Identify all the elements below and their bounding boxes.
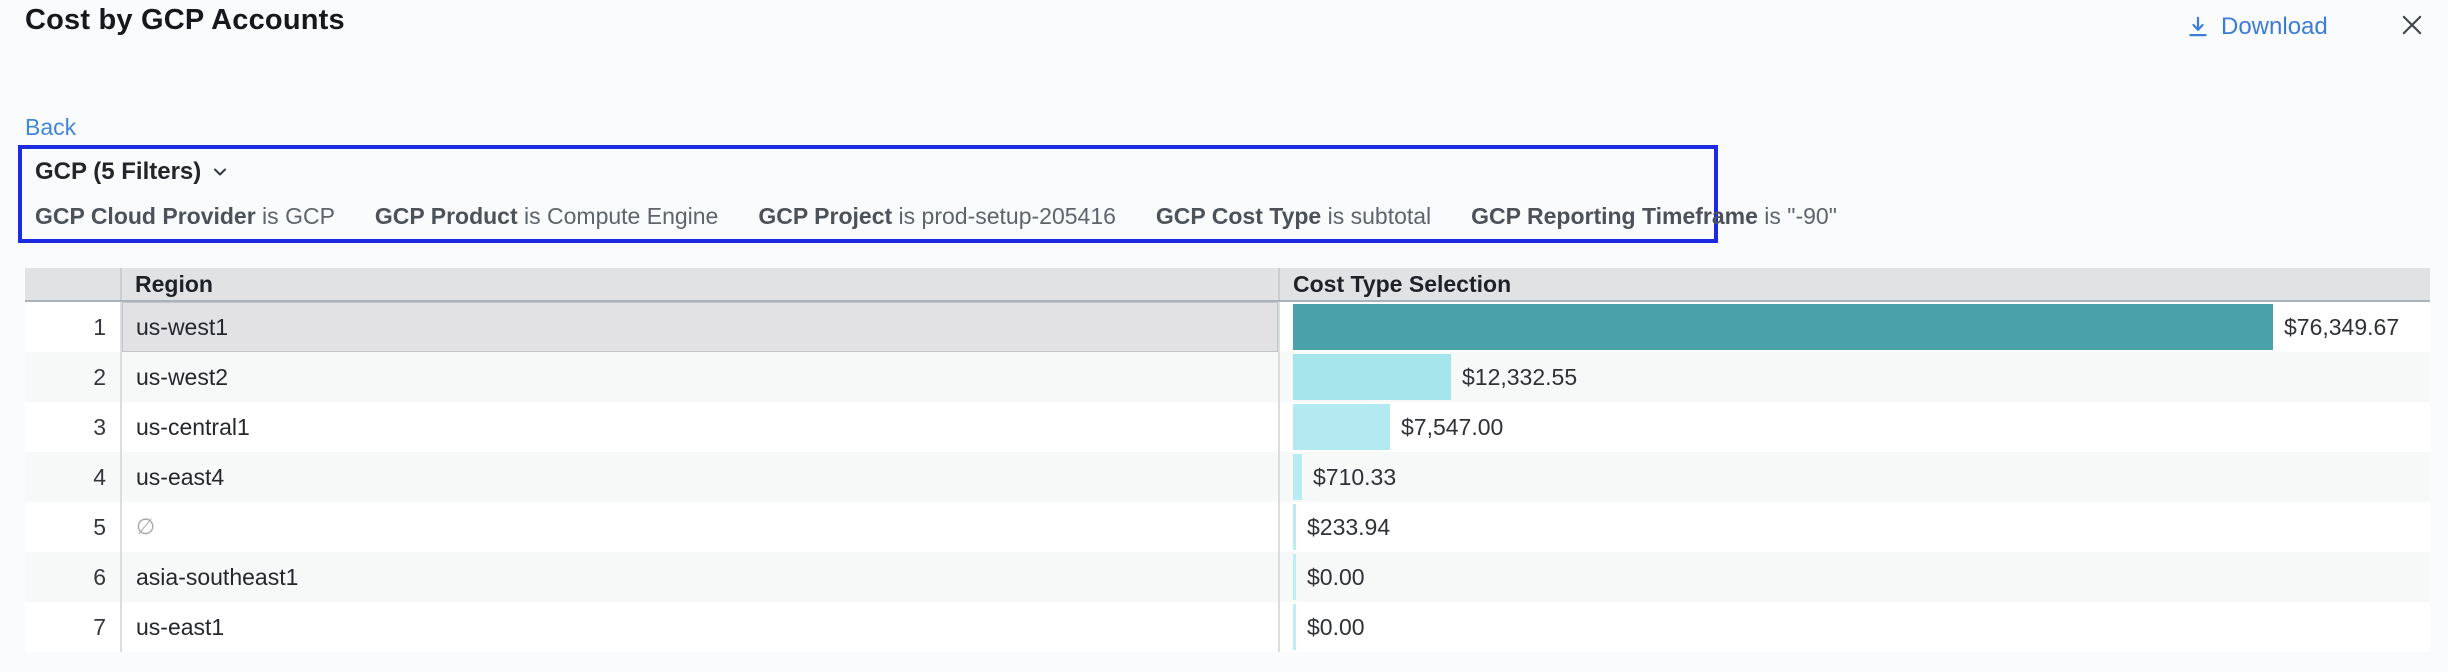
filter-predicate: is bbox=[1758, 203, 1787, 229]
row-number: 3 bbox=[25, 402, 120, 452]
cost-bar bbox=[1293, 604, 1296, 650]
row-number: 1 bbox=[25, 302, 120, 352]
cost-table: Region Cost Type Selection 1 us-west1 $7… bbox=[25, 268, 2430, 652]
table-row: 7 us-east1 $0.00 bbox=[25, 602, 2430, 652]
cost-bar bbox=[1293, 304, 2273, 350]
filter-field: GCP Cost Type bbox=[1156, 203, 1321, 229]
filter-predicate: is bbox=[256, 203, 285, 229]
filter-pill[interactable]: GCP Cost Type is subtotal bbox=[1156, 203, 1431, 230]
cost-cell: $0.00 bbox=[1278, 552, 2430, 602]
table-row: 1 us-west1 $76,349.67 bbox=[25, 302, 2430, 352]
table-row: 4 us-east4 $710.33 bbox=[25, 452, 2430, 502]
download-label: Download bbox=[2221, 13, 2328, 41]
filter-value: prod-setup-205416 bbox=[922, 203, 1116, 229]
filter-value: GCP bbox=[285, 203, 335, 229]
table-header-row: Region Cost Type Selection bbox=[25, 268, 2430, 302]
region-cell[interactable]: us-east1 bbox=[120, 602, 1278, 652]
cost-column-header[interactable]: Cost Type Selection bbox=[1278, 268, 2430, 300]
cost-cell: $0.00 bbox=[1278, 602, 2430, 652]
filter-predicate: is bbox=[1321, 203, 1350, 229]
row-number: 2 bbox=[25, 352, 120, 402]
region-cell[interactable]: asia-southeast1 bbox=[120, 552, 1278, 602]
table-row: 2 us-west2 $12,332.55 bbox=[25, 352, 2430, 402]
filter-field: GCP Cloud Provider bbox=[35, 203, 256, 229]
page-title: Cost by GCP Accounts bbox=[25, 4, 345, 37]
filter-group-dropdown[interactable]: GCP (5 Filters) bbox=[35, 158, 230, 186]
table-row: 3 us-central1 $7,547.00 bbox=[25, 402, 2430, 452]
chevron-down-icon bbox=[210, 162, 230, 182]
row-number: 7 bbox=[25, 602, 120, 652]
row-number: 6 bbox=[25, 552, 120, 602]
region-cell[interactable]: us-west2 bbox=[120, 352, 1278, 402]
cost-amount: $710.33 bbox=[1313, 464, 1396, 491]
cost-amount: $233.94 bbox=[1307, 514, 1390, 541]
cost-bar bbox=[1293, 454, 1302, 500]
cost-cell: $7,547.00 bbox=[1278, 402, 2430, 452]
table-row: 5 ∅ $233.94 bbox=[25, 502, 2430, 552]
region-column-header[interactable]: Region bbox=[120, 268, 1278, 300]
filter-annotation-box: GCP (5 Filters) GCP Cloud Provider is GC… bbox=[18, 145, 1718, 243]
filter-list: GCP Cloud Provider is GCP GCP Product is… bbox=[35, 203, 1837, 230]
filter-group-label: GCP (5 Filters) bbox=[35, 158, 201, 186]
cost-amount: $7,547.00 bbox=[1401, 414, 1503, 441]
region-cell[interactable]: us-central1 bbox=[120, 402, 1278, 452]
cost-bar bbox=[1293, 554, 1296, 600]
filter-value: "-90" bbox=[1787, 203, 1837, 229]
filter-field: GCP Product bbox=[375, 203, 518, 229]
filter-value: Compute Engine bbox=[547, 203, 718, 229]
cost-amount: $0.00 bbox=[1307, 564, 1365, 591]
cost-amount: $76,349.67 bbox=[2284, 314, 2399, 341]
filter-field: GCP Reporting Timeframe bbox=[1471, 203, 1758, 229]
cost-cell: $710.33 bbox=[1278, 452, 2430, 502]
cost-amount: $12,332.55 bbox=[1462, 364, 1577, 391]
filter-pill[interactable]: GCP Cloud Provider is GCP bbox=[35, 203, 335, 230]
row-number: 5 bbox=[25, 502, 120, 552]
cost-cell: $12,332.55 bbox=[1278, 352, 2430, 402]
filter-pill[interactable]: GCP Product is Compute Engine bbox=[375, 203, 718, 230]
cost-cell: $233.94 bbox=[1278, 502, 2430, 552]
row-number: 4 bbox=[25, 452, 120, 502]
filter-pill[interactable]: GCP Project is prod-setup-205416 bbox=[758, 203, 1116, 230]
cost-cell: $76,349.67 bbox=[1278, 302, 2430, 352]
close-button[interactable] bbox=[2396, 10, 2428, 42]
region-cell[interactable]: us-east4 bbox=[120, 452, 1278, 502]
table-body: 1 us-west1 $76,349.67 2 us-west2 $12,332… bbox=[25, 302, 2430, 652]
close-icon bbox=[2398, 11, 2426, 39]
filter-field: GCP Project bbox=[758, 203, 892, 229]
table-row: 6 asia-southeast1 $0.00 bbox=[25, 552, 2430, 602]
filter-value: subtotal bbox=[1351, 203, 1432, 229]
filter-predicate: is bbox=[892, 203, 921, 229]
row-number-header bbox=[25, 268, 120, 300]
cost-bar bbox=[1293, 504, 1296, 550]
cost-bar bbox=[1293, 354, 1451, 400]
download-icon bbox=[2185, 14, 2211, 40]
region-cell[interactable]: us-west1 bbox=[120, 302, 1278, 352]
filter-predicate: is bbox=[518, 203, 547, 229]
cost-amount: $0.00 bbox=[1307, 614, 1365, 641]
filter-pill[interactable]: GCP Reporting Timeframe is "-90" bbox=[1471, 203, 1837, 230]
download-button[interactable]: Download bbox=[2185, 13, 2328, 41]
region-cell[interactable]: ∅ bbox=[120, 502, 1278, 552]
cost-bar bbox=[1293, 404, 1390, 450]
back-link[interactable]: Back bbox=[25, 114, 76, 141]
